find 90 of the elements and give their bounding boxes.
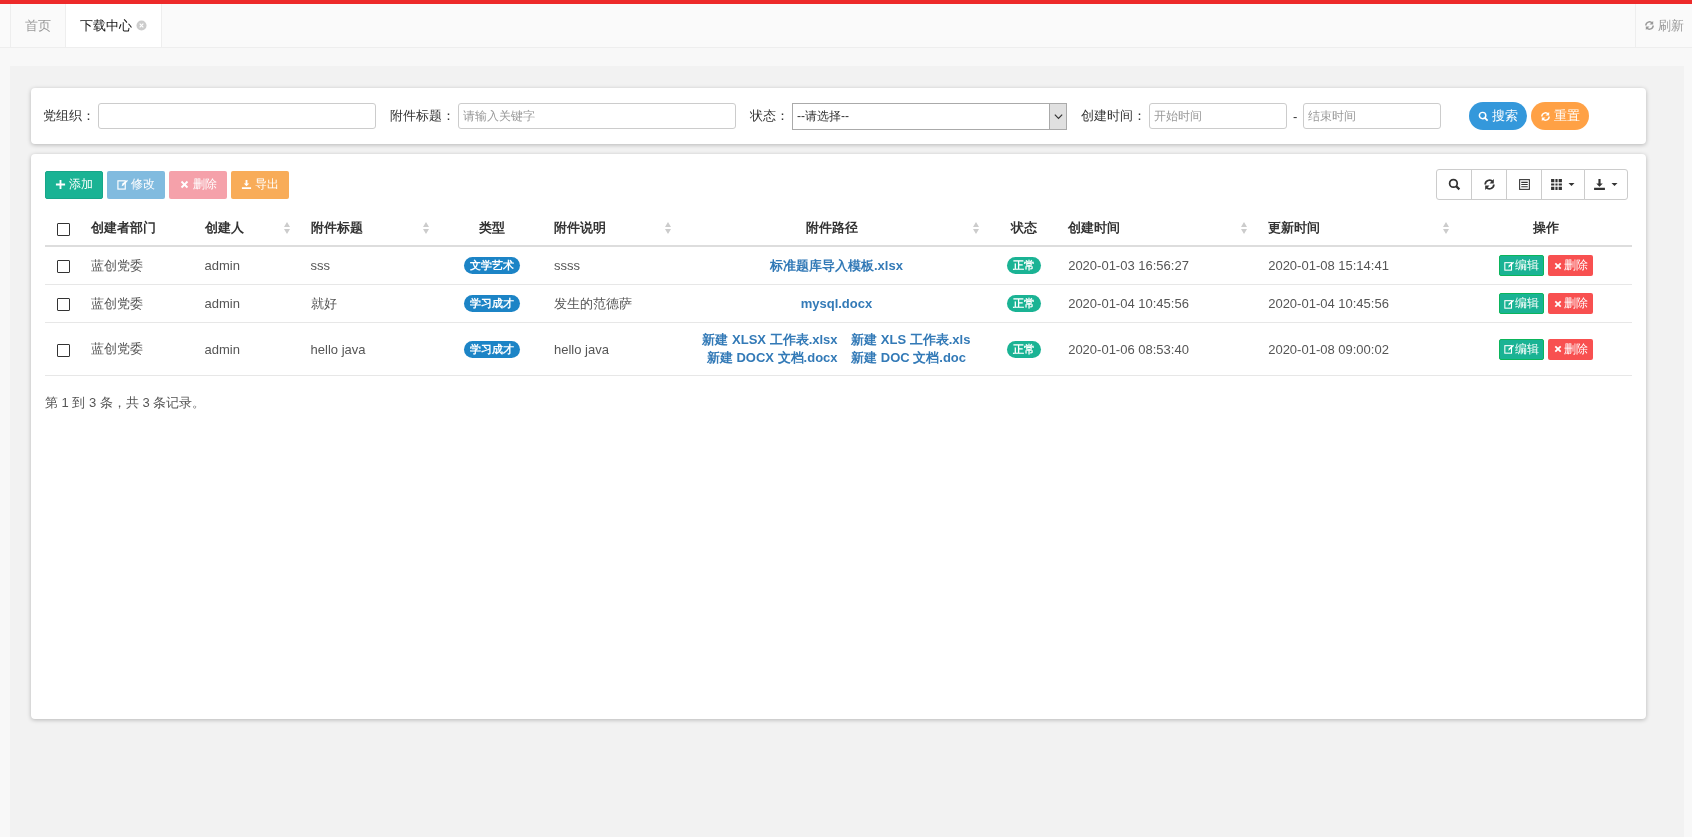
cross-icon [1553,298,1564,309]
table-cell: hello java [554,341,609,357]
download-icon [241,179,252,190]
table-cell: hello java [310,341,366,357]
select-all-checkbox[interactable] [56,222,70,236]
field-label: 附件标题： [390,107,455,125]
cross-icon [179,179,190,190]
table-cell: 蓝创党委 [91,257,144,273]
delete-button[interactable]: 删除 [1548,338,1594,360]
refresh-table-button[interactable] [1471,169,1507,200]
table-cell: 蓝创党委 [91,341,144,356]
file-link[interactable]: mysql.docx [800,295,873,311]
edit-icon [1504,344,1515,354]
search-icon [1447,178,1461,191]
row-checkbox[interactable] [56,343,70,357]
view-toggle-button[interactable] [1506,169,1542,200]
input-field[interactable]: 请输入关键字 [458,103,736,129]
refresh-icon [1644,20,1655,31]
status-tag: 正常 [1007,340,1042,358]
columns-dropdown-button[interactable] [1541,169,1585,200]
start-date-field[interactable]: 开始时间 [1149,103,1287,129]
add-button[interactable]: 添加 [45,170,103,199]
table-cell: admin [204,296,240,311]
file-link[interactable]: 标准题库导入模板.xlsx [769,257,903,273]
field-label: 创建时间： [1081,107,1146,125]
row-checkbox[interactable] [56,298,70,312]
pagination-info: 第 1 到 3 条，共 3 条记录。 [45,394,207,412]
table-cell: 2020-01-06 08:53:40 [1068,341,1189,357]
cross-icon [1553,344,1564,354]
export-dropdown-button[interactable] [1584,169,1628,200]
column-header[interactable]: 更新时间 [1268,219,1443,237]
table-cell: 2020-01-04 10:45:56 [1068,296,1189,311]
caret-icon [1567,180,1576,189]
table-cell: ssss [554,258,580,273]
row-checkbox[interactable] [56,260,70,274]
table-cell: 就好 [310,295,337,311]
file-link[interactable]: 新建 DOC 文档.doc [851,350,967,365]
table-cell: 2020-01-03 16:56:27 [1068,258,1189,273]
table-cell: admin [204,341,240,357]
refresh-icon [1540,110,1552,122]
caret-icon [1610,180,1619,189]
edit-icon [117,179,128,190]
end-date-field[interactable]: 结束时间 [1303,103,1442,129]
field-label: 状态： [750,107,789,125]
cross-icon [1553,260,1564,271]
delete-button[interactable]: 删除 [1548,255,1594,276]
range-separator: - [1293,108,1298,124]
status-tag: 正常 [1007,295,1042,312]
table-cell: admin [204,258,240,273]
edit-icon [1504,260,1515,271]
table-cell: 2020-01-04 10:45:56 [1268,296,1389,311]
plus-icon [55,179,66,190]
delete-button[interactable]: 删除 [1548,293,1594,314]
type-tag: 学习成才 [463,340,520,358]
type-tag: 学习成才 [463,295,520,312]
search-icon [1478,110,1490,122]
column-header[interactable]: 创建人 [204,219,283,237]
column-header: 操作 [1532,219,1561,237]
list-icon [1517,178,1531,191]
column-header[interactable]: 附件标题 [310,219,422,237]
download-icon [1593,178,1606,191]
search-button[interactable]: 搜索 [1469,102,1528,130]
type-tag: 文学艺术 [463,257,520,274]
column-header: 状态 [1009,219,1039,237]
edit-button[interactable]: 编辑 [1499,255,1545,276]
grid-icon [1550,178,1563,191]
field-label: 党组织： [43,107,95,125]
status-select[interactable]: --请选择-- [792,102,1067,130]
file-link[interactable]: 新建 DOCX 文档.docx [706,350,838,365]
search-toggle-button[interactable] [1436,169,1472,200]
file-link[interactable]: 新建 XLS 工作表.xls [851,332,971,347]
column-header[interactable]: 附件说明 [554,219,665,237]
column-header: 类型 [477,219,506,237]
column-header: 创建者部门 [91,219,158,237]
tab[interactable]: 下载中心 [66,4,162,47]
refresh-icon [1482,178,1496,191]
table-cell: 2020-01-08 15:14:41 [1268,258,1389,273]
table-cell: sss [310,258,331,273]
edit-icon [1504,298,1515,309]
edit-button[interactable]: 编辑 [1499,338,1545,360]
tab[interactable]: 首页 [10,4,66,47]
file-link[interactable]: 新建 XLSX 工作表.xlsx [702,332,838,347]
column-header[interactable]: 附件路径 [692,219,973,237]
table-cell: 发生的范德萨 [554,295,632,311]
edit-button[interactable]: 编辑 [1499,293,1545,314]
table-cell: 蓝创党委 [91,295,144,311]
column-header[interactable]: 创建时间 [1068,219,1241,237]
input-field[interactable] [98,103,376,129]
status-tag: 正常 [1007,257,1042,274]
table-cell: 2020-01-08 09:00:02 [1268,341,1389,357]
